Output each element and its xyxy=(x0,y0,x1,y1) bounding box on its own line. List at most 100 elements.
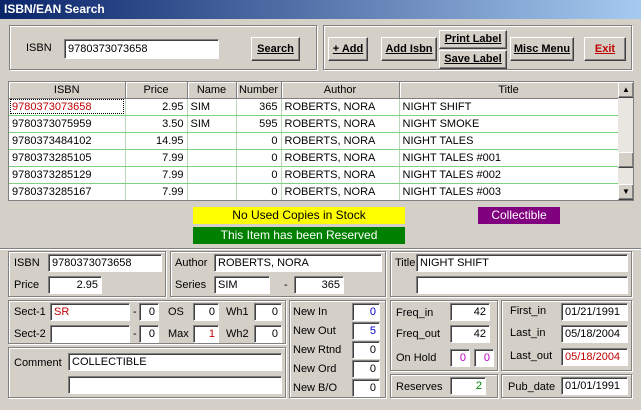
col-header-name[interactable]: Name xyxy=(187,82,237,99)
col-header-price[interactable]: Price xyxy=(125,82,188,99)
col-header-isbn[interactable]: ISBN xyxy=(9,82,126,99)
cell-title[interactable]: NIGHT SMOKE xyxy=(399,115,619,133)
new-ord-field[interactable]: 0 xyxy=(352,360,380,378)
detail-isbn-field[interactable]: 9780373073658 xyxy=(48,254,162,272)
cell-number[interactable]: 365 xyxy=(236,98,282,116)
cell-isbn[interactable]: 9780373075959 xyxy=(9,115,126,133)
cell-isbn[interactable]: 9780373073658 xyxy=(9,98,126,116)
exit-button[interactable]: Exit xyxy=(584,37,626,61)
sect1-field[interactable]: SR xyxy=(50,303,130,321)
cell-price[interactable]: 7.99 xyxy=(125,166,188,184)
first-in-field[interactable]: 01/21/1991 xyxy=(561,303,628,321)
cell-number[interactable]: 0 xyxy=(236,149,282,167)
cell-name[interactable]: SIM xyxy=(187,115,237,133)
col-header-author[interactable]: Author xyxy=(281,82,400,99)
wh2-field[interactable]: 0 xyxy=(254,325,282,343)
last-out-field[interactable]: 05/18/2004 xyxy=(561,348,628,366)
print-label-button-label: Print Label xyxy=(444,33,502,45)
cell-price[interactable]: 3.50 xyxy=(125,115,188,133)
new-out-label: New Out xyxy=(293,325,336,337)
table-row[interactable]: 9780373285129 7.99 0 ROBERTS, NORA NIGHT… xyxy=(9,166,619,184)
cell-author[interactable]: ROBERTS, NORA xyxy=(281,132,400,150)
new-in-field[interactable]: 0 xyxy=(352,303,380,321)
grid-scrollbar[interactable]: ▲ ▼ xyxy=(618,82,633,200)
cell-name[interactable] xyxy=(187,132,237,150)
reserves-field[interactable]: 2 xyxy=(450,377,486,395)
detail-price-field[interactable]: 2.95 xyxy=(48,276,102,294)
series-dash: - xyxy=(284,279,288,291)
sect2-field[interactable] xyxy=(50,325,130,343)
cell-price[interactable]: 7.99 xyxy=(125,149,188,167)
table-row[interactable]: 9780373484102 14.95 0 ROBERTS, NORA NIGH… xyxy=(9,132,619,150)
comment-field[interactable]: COLLECTIBLE xyxy=(68,353,282,371)
search-button[interactable]: Search xyxy=(251,37,300,61)
cell-title[interactable]: NIGHT TALES #001 xyxy=(399,149,619,167)
title-field-line2[interactable] xyxy=(416,276,628,294)
cell-title[interactable]: NIGHT TALES #002 xyxy=(399,166,619,184)
last-in-label: Last_in xyxy=(510,327,546,339)
cell-author[interactable]: ROBERTS, NORA xyxy=(281,115,400,133)
cell-name[interactable] xyxy=(187,183,237,200)
cell-title[interactable]: NIGHT TALES xyxy=(399,132,619,150)
col-header-number[interactable]: Number xyxy=(236,82,282,99)
title-field[interactable]: NIGHT SHIFT xyxy=(416,254,628,272)
cell-author[interactable]: ROBERTS, NORA xyxy=(281,183,400,200)
scroll-up-arrow[interactable]: ▲ xyxy=(618,82,633,98)
add-button[interactable]: + Add xyxy=(328,37,368,61)
cell-number[interactable]: 0 xyxy=(236,166,282,184)
cell-number[interactable]: 595 xyxy=(236,115,282,133)
series-number-field[interactable]: 365 xyxy=(294,276,344,294)
search-button-label: Search xyxy=(257,43,294,55)
cell-name[interactable]: SIM xyxy=(187,98,237,116)
sect1-qty-field[interactable]: 0 xyxy=(139,303,159,321)
freq-in-field[interactable]: 42 xyxy=(450,303,490,321)
save-label-button[interactable]: Save Label xyxy=(439,50,507,69)
print-label-button[interactable]: Print Label xyxy=(439,30,507,49)
cell-price[interactable]: 7.99 xyxy=(125,183,188,200)
table-row[interactable]: 9780373285167 7.99 0 ROBERTS, NORA NIGHT… xyxy=(9,183,619,200)
wh1-field[interactable]: 0 xyxy=(254,303,282,321)
new-bo-field[interactable]: 0 xyxy=(352,379,380,397)
cell-isbn[interactable]: 9780373285167 xyxy=(9,183,126,200)
new-rtnd-field[interactable]: 0 xyxy=(352,341,380,359)
cell-name[interactable] xyxy=(187,166,237,184)
table-row[interactable]: 9780373073658 2.95 SIM 365 ROBERTS, NORA… xyxy=(9,98,619,116)
pub-date-field[interactable]: 01/01/1991 xyxy=(561,377,628,395)
cell-price[interactable]: 14.95 xyxy=(125,132,188,150)
table-row[interactable]: 9780373285105 7.99 0 ROBERTS, NORA NIGHT… xyxy=(9,149,619,167)
cell-number[interactable]: 0 xyxy=(236,183,282,200)
cell-price[interactable]: 2.95 xyxy=(125,98,188,116)
save-label-button-label: Save Label xyxy=(444,53,502,65)
cell-author[interactable]: ROBERTS, NORA xyxy=(281,166,400,184)
sect2-qty-field[interactable]: 0 xyxy=(139,325,159,343)
series-field[interactable]: SIM xyxy=(214,276,270,294)
new-out-field[interactable]: 5 xyxy=(352,322,380,340)
author-label: Author xyxy=(175,257,208,269)
exit-button-label: Exit xyxy=(594,43,616,55)
cell-author[interactable]: ROBERTS, NORA xyxy=(281,98,400,116)
cell-isbn[interactable]: 9780373285129 xyxy=(9,166,126,184)
on-hold-field-a[interactable]: 0 xyxy=(450,349,470,367)
max-field[interactable]: 1 xyxy=(193,325,219,343)
cell-isbn[interactable]: 9780373484102 xyxy=(9,132,126,150)
os-field[interactable]: 0 xyxy=(193,303,219,321)
author-field[interactable]: ROBERTS, NORA xyxy=(214,254,382,272)
cell-name[interactable] xyxy=(187,149,237,167)
cell-title[interactable]: NIGHT SHIFT xyxy=(399,98,619,116)
cell-author[interactable]: ROBERTS, NORA xyxy=(281,149,400,167)
on-hold-field-b[interactable]: 0 xyxy=(474,349,494,367)
search-input[interactable]: 9780373073658 xyxy=(64,39,219,59)
comment-field-line2[interactable] xyxy=(68,376,282,394)
add-isbn-button[interactable]: Add Isbn xyxy=(381,37,437,61)
cell-title[interactable]: NIGHT TALES #003 xyxy=(399,183,619,200)
cell-number[interactable]: 0 xyxy=(236,132,282,150)
scroll-thumb[interactable] xyxy=(618,152,633,168)
last-in-field[interactable]: 05/18/2004 xyxy=(561,325,628,343)
cell-isbn[interactable]: 9780373285105 xyxy=(9,149,126,167)
table-row[interactable]: 9780373075959 3.50 SIM 595 ROBERTS, NORA… xyxy=(9,115,619,133)
col-header-title[interactable]: Title xyxy=(399,82,619,99)
freq-out-field[interactable]: 42 xyxy=(450,325,490,343)
window-title: ISBN/EAN Search xyxy=(4,2,105,16)
misc-menu-button[interactable]: Misc Menu xyxy=(510,37,574,61)
scroll-down-arrow[interactable]: ▼ xyxy=(618,184,633,200)
